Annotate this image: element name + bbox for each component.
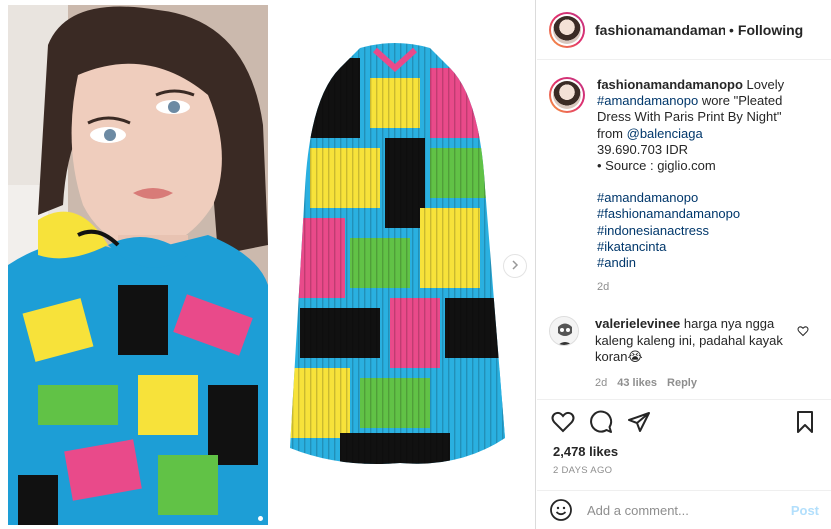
caption-price: 39.690.703 IDR	[597, 141, 689, 157]
comment-avatar[interactable]	[549, 316, 579, 347]
smiley-icon[interactable]	[549, 498, 573, 522]
comments-area[interactable]: fashionamandamanopo Lovely #amandamanopo…	[537, 61, 831, 399]
caption-text-part: Lovely	[742, 77, 785, 92]
comment-text: kaleng kaleng ini, padahal kayak	[595, 332, 783, 348]
reply-button[interactable]: Reply	[667, 375, 697, 391]
heart-icon[interactable]	[551, 410, 575, 434]
caption-text-part: Dress With Paris Print By Night"	[597, 109, 782, 125]
post-timestamp[interactable]: 2 DAYS AGO	[537, 459, 831, 476]
comment-avatar-image	[550, 317, 578, 346]
caption-time[interactable]: 2d	[597, 279, 819, 295]
comment-bubble-icon[interactable]	[589, 410, 613, 434]
header-username[interactable]: fashionamandamanc	[595, 22, 725, 38]
caption-source: • Source : giglio.com	[597, 158, 716, 174]
post-media	[0, 0, 536, 529]
hashtag[interactable]: #fashionamandamanopo	[597, 206, 819, 222]
comment-body: valerielevinee harga nya ngga kaleng kal…	[595, 316, 795, 391]
carousel-next-button[interactable]	[503, 254, 527, 278]
separator-dot: •	[729, 21, 734, 38]
hashtag[interactable]: #indonesianactress	[597, 223, 819, 239]
bookmark-icon[interactable]	[793, 410, 817, 434]
hashtag[interactable]: #ikatancinta	[597, 239, 819, 255]
post-button[interactable]: Post	[791, 503, 819, 518]
comment-likes[interactable]: 43 likes	[617, 375, 657, 391]
dress-illustration	[290, 43, 505, 464]
avatar[interactable]	[549, 11, 585, 48]
comment-like-heart-icon[interactable]	[797, 324, 809, 342]
comment-time[interactable]: 2d	[595, 375, 607, 391]
post-actions-section: 2,478 likes 2 DAYS AGO	[537, 399, 831, 476]
add-comment-bar: Post	[537, 490, 831, 529]
action-bar	[537, 400, 831, 444]
caption-text-part: wore "Pleated	[698, 93, 783, 109]
caption: fashionamandamanopo Lovely #amandamanopo…	[549, 77, 819, 295]
comment-item: valerielevinee harga nya ngga kaleng kal…	[549, 316, 819, 391]
caption-brand-mention[interactable]: @balenciaga	[627, 126, 703, 141]
caption-text-part: from	[597, 125, 627, 141]
following-button[interactable]: Following	[738, 22, 803, 38]
dress-product-photo	[280, 38, 510, 478]
post-side-panel: fashionamandamanc • Following fashionama…	[537, 0, 831, 529]
chevron-right-icon	[510, 257, 520, 275]
comment-text: koran😭	[595, 348, 643, 364]
caption-text: fashionamandamanopo Lovely #amandamanopo…	[597, 77, 819, 295]
caption-mention[interactable]: #amandamanopo	[597, 93, 698, 108]
comment-input[interactable]	[587, 502, 791, 518]
comment-username[interactable]: valerielevinee	[595, 316, 680, 331]
avatar-image	[553, 15, 581, 44]
caption-avatar[interactable]	[549, 77, 585, 113]
selfie-photo	[8, 5, 268, 525]
likes-count[interactable]: 2,478 likes	[537, 444, 831, 459]
caption-username[interactable]: fashionamandamanopo	[597, 77, 743, 92]
caption-avatar-image	[553, 81, 581, 109]
selfie-illustration	[8, 5, 268, 525]
paper-plane-icon[interactable]	[627, 410, 651, 434]
post-header: fashionamandamanc • Following	[537, 0, 831, 60]
comment-text: harga nya ngga	[680, 316, 775, 332]
hashtag[interactable]: #amandamanopo	[597, 190, 819, 206]
carousel-indicator-dot	[258, 516, 263, 521]
hashtag[interactable]: #andin	[597, 255, 819, 271]
